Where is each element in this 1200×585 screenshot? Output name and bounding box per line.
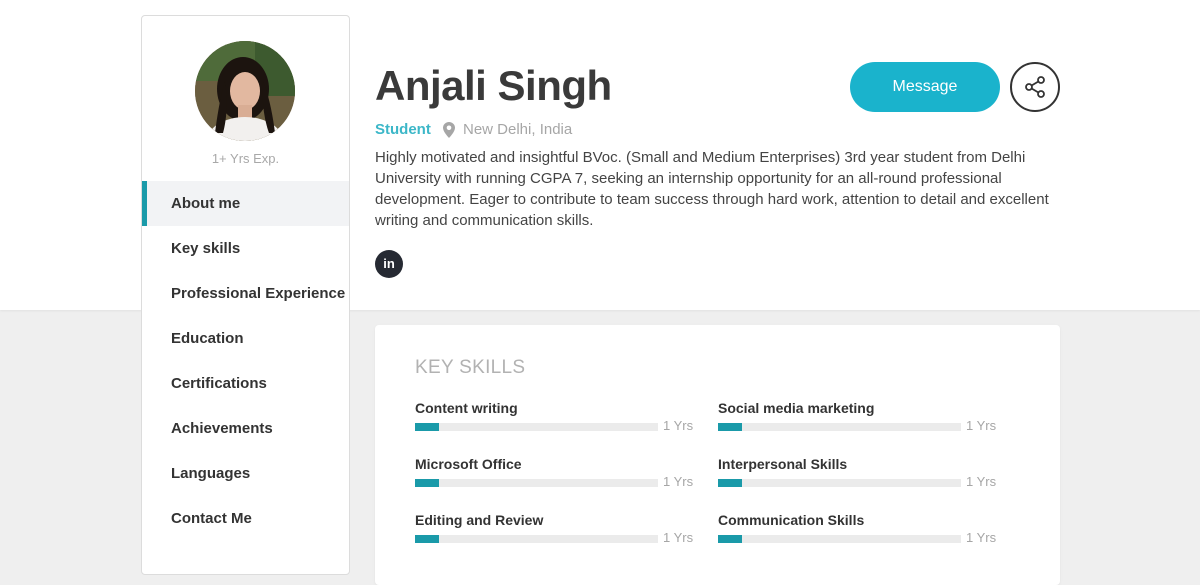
- skill-years: 1 Yrs: [663, 418, 694, 433]
- skill-years: 1 Yrs: [966, 530, 997, 545]
- skill-level-fill: [415, 479, 440, 487]
- skill-level-bar: [415, 535, 658, 543]
- experience-label: 1+ Yrs Exp.: [211, 151, 280, 166]
- skill-item: Editing and Review 1 Yrs: [415, 512, 695, 545]
- profile-bio: Highly motivated and insightful BVoc. (S…: [375, 149, 1049, 229]
- profile-name: Anjali Singh: [375, 62, 612, 109]
- location-text: New Delhi, India: [463, 121, 573, 138]
- sidebar-item-about-me[interactable]: About me: [142, 181, 349, 226]
- skill-name: Social media marketing: [718, 400, 875, 416]
- skill-name: Interpersonal Skills: [718, 456, 848, 472]
- location: New Delhi, India: [443, 121, 572, 138]
- message-button[interactable]: Message: [850, 62, 1000, 112]
- sidebar-item-languages[interactable]: Languages: [142, 451, 349, 496]
- skill-item: Content writing 1 Yrs: [415, 400, 695, 433]
- profile-sidebar: 1+ Yrs Exp. About me Key skills Profession…: [141, 15, 350, 575]
- skill-level-bar: [718, 535, 961, 543]
- skill-level-fill: [718, 423, 743, 431]
- skill-level-fill: [718, 535, 743, 543]
- avatar-photo: [195, 41, 295, 141]
- skill-level-bar: [718, 479, 961, 487]
- skill-level-bar: [415, 423, 658, 431]
- skill-name: Content writing: [415, 400, 518, 416]
- skill-name: Microsoft Office: [415, 456, 522, 472]
- key-skills-card: KEY SKILLS Content writing 1 Yrs Social me…: [375, 325, 1060, 585]
- linkedin-icon[interactable]: in: [375, 250, 403, 278]
- sidebar-item-contact-me[interactable]: Contact Me: [142, 496, 349, 541]
- profile-role: Student: [375, 121, 431, 138]
- skill-item: Communication Skills 1 Yrs: [718, 512, 998, 545]
- skill-level-fill: [718, 479, 743, 487]
- key-skills-title: KEY SKILLS: [415, 357, 526, 378]
- skill-level-bar: [415, 479, 658, 487]
- sidebar-item-achievements[interactable]: Achievements: [142, 406, 349, 451]
- share-icon: [1025, 76, 1045, 98]
- skill-level-bar: [718, 423, 961, 431]
- sidebar-item-certifications[interactable]: Certifications: [142, 361, 349, 406]
- skill-years: 1 Yrs: [966, 474, 997, 489]
- skill-name: Editing and Review: [415, 512, 544, 528]
- share-button[interactable]: [1010, 62, 1060, 112]
- avatar: [195, 41, 295, 141]
- skill-level-fill: [415, 423, 440, 431]
- sidebar-item-education[interactable]: Education: [142, 316, 349, 361]
- skill-item: Interpersonal Skills 1 Yrs: [718, 456, 998, 489]
- skill-level-fill: [415, 535, 440, 543]
- skill-item: Social media marketing 1 Yrs: [718, 400, 998, 433]
- profile-nav: About me Key skills Professional Experienc…: [142, 181, 349, 541]
- skill-years: 1 Yrs: [663, 474, 694, 489]
- skill-years: 1 Yrs: [966, 418, 997, 433]
- location-pin-icon: [443, 121, 455, 138]
- skill-years: 1 Yrs: [663, 530, 694, 545]
- skill-item: Microsoft Office 1 Yrs: [415, 456, 695, 489]
- sidebar-item-key-skills[interactable]: Key skills: [142, 226, 349, 271]
- skill-name: Communication Skills: [718, 512, 865, 528]
- sidebar-item-professional-experience[interactable]: Professional Experience: [142, 271, 349, 316]
